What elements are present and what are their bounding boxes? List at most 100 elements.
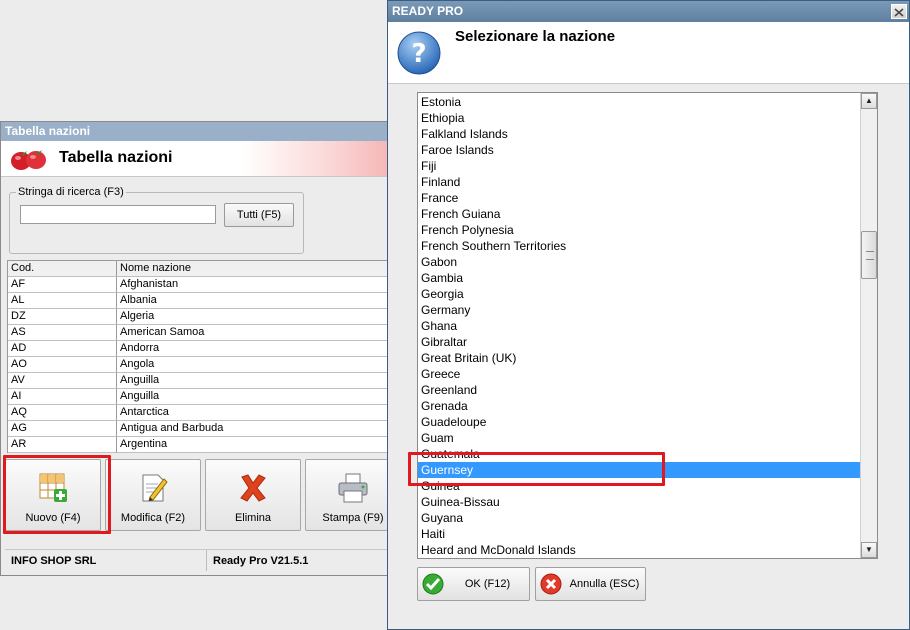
status-company: INFO SHOP SRL: [5, 550, 207, 571]
table-row[interactable]: AF Afghanistan: [8, 277, 391, 293]
cell-code: AI: [8, 389, 117, 405]
cell-code: AG: [8, 421, 117, 437]
window-title: Tabella nazioni: [1, 122, 391, 141]
cell-code: AF: [8, 277, 117, 293]
list-item[interactable]: Faroe Islands: [418, 142, 861, 158]
list-item[interactable]: Greece: [418, 366, 861, 382]
page-title: Tabella nazioni: [59, 149, 173, 166]
list-item[interactable]: Gabon: [418, 254, 861, 270]
table-header: Cod. Nome nazione: [8, 261, 391, 277]
cell-name: Argentina: [117, 437, 391, 453]
list-item[interactable]: Georgia: [418, 286, 861, 302]
cell-name: Angola: [117, 357, 391, 373]
list-item[interactable]: Germany: [418, 302, 861, 318]
cell-name: American Samoa: [117, 325, 391, 341]
list-item-selected[interactable]: Guernsey: [418, 462, 861, 478]
close-icon: [894, 8, 904, 17]
cell-name: Antarctica: [117, 405, 391, 421]
new-button[interactable]: Nuovo (F4): [5, 459, 101, 531]
cell-name: Algeria: [117, 309, 391, 325]
scroll-thumb[interactable]: [861, 231, 877, 279]
list-item[interactable]: Guatemala: [418, 446, 861, 462]
table-row[interactable]: DZ Algeria: [8, 309, 391, 325]
list-item[interactable]: Ghana: [418, 318, 861, 334]
print-button[interactable]: Stampa (F9): [305, 459, 391, 531]
edit-button-label: Modifica (F2): [120, 512, 186, 524]
cancel-button-label: Annulla (ESC): [569, 578, 640, 590]
cell-code: AD: [8, 341, 117, 357]
cell-code: AO: [8, 357, 117, 373]
list-item[interactable]: Guyana: [418, 510, 861, 526]
show-all-button[interactable]: Tutti (F5): [224, 203, 294, 227]
cell-code: AS: [8, 325, 117, 341]
table-row[interactable]: AG Antigua and Barbuda: [8, 421, 391, 437]
list-item[interactable]: Fiji: [418, 158, 861, 174]
window-header: Tabella nazioni: [1, 141, 391, 177]
country-listbox[interactable]: Estonia Ethiopia Falkland Islands Faroe Isl…: [417, 92, 878, 559]
printer-icon: [338, 473, 368, 503]
cell-code: AL: [8, 293, 117, 309]
cell-code: AQ: [8, 405, 117, 421]
list-item[interactable]: Guinea-Bissau: [418, 494, 861, 510]
delete-button[interactable]: Elimina: [205, 459, 301, 531]
cell-code: DZ: [8, 309, 117, 325]
list-item[interactable]: Great Britain (UK): [418, 350, 861, 366]
list-item[interactable]: Greenland: [418, 382, 861, 398]
cell-name: Anguilla: [117, 389, 391, 405]
list-item[interactable]: Gibraltar: [418, 334, 861, 350]
table-row[interactable]: AI Anguilla: [8, 389, 391, 405]
action-toolbar: Nuovo (F4) Modifica (F2) Elimina Stampa …: [5, 459, 391, 533]
table-row[interactable]: AO Angola: [8, 357, 391, 373]
table-row[interactable]: AV Anguilla: [8, 373, 391, 389]
table-row[interactable]: AD Andorra: [8, 341, 391, 357]
column-header-name[interactable]: Nome nazione: [117, 261, 391, 277]
cell-name: Afghanistan: [117, 277, 391, 293]
list-item[interactable]: Ethiopia: [418, 110, 861, 126]
list-item[interactable]: Guadeloupe: [418, 414, 861, 430]
cell-name: Anguilla: [117, 373, 391, 389]
cell-name: Andorra: [117, 341, 391, 357]
tabella-nazioni-window: Tabella nazioni Tabella nazioni Stringa …: [0, 121, 392, 576]
edit-document-icon: [142, 474, 168, 502]
ok-button[interactable]: OK (F12): [417, 567, 530, 601]
search-input[interactable]: [20, 205, 216, 224]
edit-button[interactable]: Modifica (F2): [105, 459, 201, 531]
add-grid-icon: [39, 473, 67, 502]
table-row[interactable]: AS American Samoa: [8, 325, 391, 341]
cell-code: AR: [8, 437, 117, 453]
list-item[interactable]: Finland: [418, 174, 861, 190]
new-button-label: Nuovo (F4): [25, 512, 81, 524]
column-header-code[interactable]: Cod.: [8, 261, 117, 277]
table-row[interactable]: AR Argentina: [8, 437, 391, 453]
cell-name: Antigua and Barbuda: [117, 421, 391, 437]
list-item[interactable]: Guam: [418, 430, 861, 446]
list-item[interactable]: France: [418, 190, 861, 206]
scroll-down-button[interactable]: ▼: [861, 542, 877, 558]
country-list: Estonia Ethiopia Falkland Islands Faroe Isl…: [418, 94, 861, 558]
delete-button-label: Elimina: [234, 512, 272, 524]
table-row[interactable]: AL Albania: [8, 293, 391, 309]
cell-code: AV: [8, 373, 117, 389]
dialog-title: READY PRO: [388, 1, 909, 22]
countries-table: Cod. Nome nazione AF Afghanistan AL Albani…: [7, 260, 391, 453]
list-item[interactable]: French Southern Territories: [418, 238, 861, 254]
list-item[interactable]: Haiti: [418, 526, 861, 542]
close-button[interactable]: [891, 4, 907, 19]
list-item[interactable]: Grenada: [418, 398, 861, 414]
question-icon: ?: [397, 31, 441, 75]
cancel-icon: [540, 573, 562, 595]
scroll-up-button[interactable]: ▲: [861, 93, 877, 109]
cancel-button[interactable]: Annulla (ESC): [535, 567, 646, 601]
vertical-scrollbar[interactable]: ▲ ▼: [860, 93, 877, 558]
list-item[interactable]: Gambia: [418, 270, 861, 286]
select-country-dialog: READY PRO ? Selezionare la nazione Eston…: [387, 0, 910, 630]
list-item[interactable]: Heard and McDonald Islands: [418, 542, 861, 558]
list-item[interactable]: Guinea: [418, 478, 861, 494]
list-item[interactable]: French Polynesia: [418, 222, 861, 238]
delete-x-icon: [240, 474, 266, 502]
list-item[interactable]: Falkland Islands: [418, 126, 861, 142]
list-item[interactable]: French Guiana: [418, 206, 861, 222]
list-item[interactable]: Estonia: [418, 94, 861, 110]
table-row[interactable]: AQ Antarctica: [8, 405, 391, 421]
status-version: Ready Pro V21.5.1: [213, 555, 309, 567]
